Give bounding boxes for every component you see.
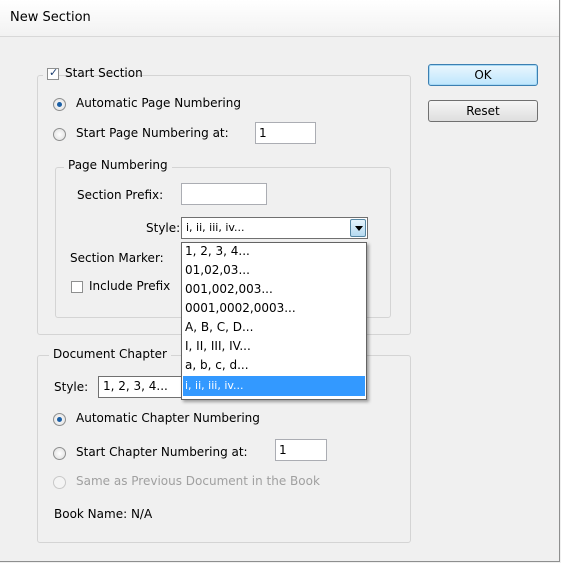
dialog-title: New Section [10,10,91,25]
style-dropdown-value: i, ii, iii, iv... [186,221,245,234]
start-page-numbering-label[interactable]: Start Page Numbering at: [76,126,229,140]
automatic-chapter-numbering-radio[interactable] [53,413,66,426]
same-as-previous-label: Same as Previous Document in the Book [76,474,320,488]
style-option[interactable]: 1, 2, 3, 4... [183,243,365,260]
section-prefix-label: Section Prefix: [77,188,164,202]
style-dropdown[interactable]: i, ii, iii, iv... [181,217,368,239]
reset-button[interactable]: Reset [428,100,538,122]
section-marker-label: Section Marker: [70,251,164,265]
style-option[interactable]: I, II, III, IV... [183,338,365,355]
ok-button[interactable]: OK [428,64,538,86]
start-page-number-field[interactable]: 1 [255,122,316,144]
style-option-selected[interactable]: i, ii, iii, iv... [183,376,365,396]
start-page-numbering-radio[interactable] [53,128,66,141]
chapter-style-value: 1, 2, 3, 4... [103,379,168,393]
style-option[interactable]: 0001,0002,0003... [183,300,365,317]
style-option[interactable]: 001,002,003... [183,281,365,298]
same-as-previous-radio[interactable] [53,476,66,489]
chapter-style-label: Style: [54,380,89,394]
start-section-spacer [43,66,155,82]
start-chapter-numbering-label[interactable]: Start Chapter Numbering at: [76,445,248,459]
new-section-dialog: New Section OK Reset ✓ Start Section Aut… [0,0,560,562]
include-prefix-label[interactable]: Include Prefix [89,279,170,293]
page-numbering-legend: Page Numbering [64,158,172,172]
style-label: Style: [146,221,181,235]
style-option[interactable]: A, B, C, D... [183,319,365,336]
include-prefix-checkbox[interactable] [71,281,83,293]
title-bar: New Section [0,0,559,37]
section-prefix-field[interactable] [181,183,267,205]
style-option[interactable]: 01,02,03... [183,262,365,279]
style-option[interactable]: a, b, c, d... [183,357,365,374]
chapter-style-dropdown[interactable]: 1, 2, 3, 4... [98,376,188,398]
chevron-down-icon[interactable] [350,219,366,237]
style-options-list: 1, 2, 3, 4... 01,02,03... 001,002,003...… [181,242,367,400]
automatic-page-numbering-label[interactable]: Automatic Page Numbering [76,96,241,110]
automatic-page-numbering-radio[interactable] [53,98,66,111]
start-chapter-numbering-radio[interactable] [53,447,66,460]
document-chapter-legend: Document Chapter [49,347,171,361]
book-name-text: Book Name: N/A [54,507,153,521]
start-chapter-number-field[interactable]: 1 [275,439,327,461]
automatic-chapter-numbering-label[interactable]: Automatic Chapter Numbering [76,411,260,425]
